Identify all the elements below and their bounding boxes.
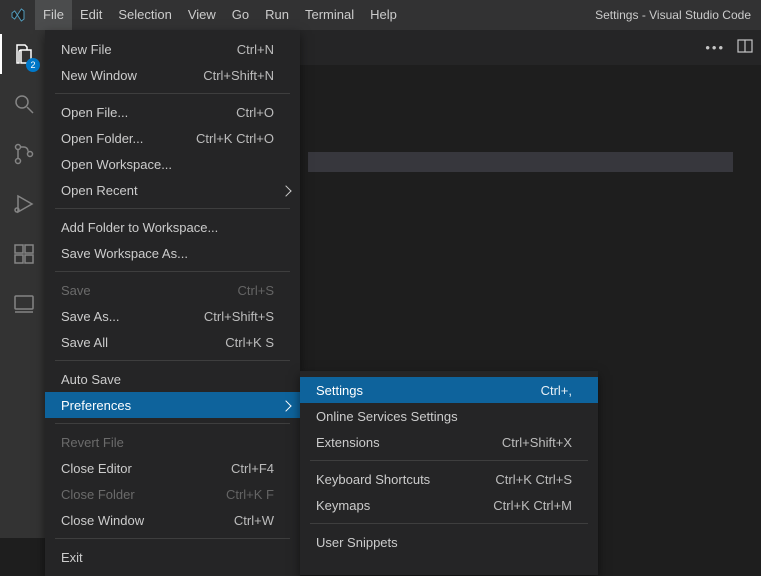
menu-help[interactable]: Help <box>362 0 405 30</box>
menu-save-workspace-as[interactable]: Save Workspace As... <box>45 240 300 266</box>
menu-auto-save[interactable]: Auto Save <box>45 366 300 392</box>
preferences-submenu: SettingsCtrl+, Online Services Settings … <box>300 371 598 575</box>
activity-bar: 2 <box>0 30 48 538</box>
menu-add-folder-workspace[interactable]: Add Folder to Workspace... <box>45 214 300 240</box>
menu-exit[interactable]: Exit <box>45 544 300 570</box>
menu-save[interactable]: SaveCtrl+S <box>45 277 300 303</box>
menu-open-recent[interactable]: Open Recent <box>45 177 300 203</box>
menu-separator <box>55 93 290 94</box>
editor-selection-bar <box>308 152 733 172</box>
menu-keymaps[interactable]: KeymapsCtrl+K Ctrl+M <box>300 492 598 518</box>
menu-save-as[interactable]: Save As...Ctrl+Shift+S <box>45 303 300 329</box>
window-title: Settings - Visual Studio Code <box>595 8 761 22</box>
menu-revert-file[interactable]: Revert File <box>45 429 300 455</box>
remote-icon[interactable] <box>0 288 48 320</box>
chevron-right-icon <box>282 183 290 198</box>
menu-keyboard-shortcuts[interactable]: Keyboard ShortcutsCtrl+K Ctrl+S <box>300 466 598 492</box>
menu-open-workspace[interactable]: Open Workspace... <box>45 151 300 177</box>
menu-view[interactable]: View <box>180 0 224 30</box>
more-actions-icon[interactable]: ••• <box>705 40 725 55</box>
menu-preferences[interactable]: Preferences <box>45 392 300 418</box>
menu-run[interactable]: Run <box>257 0 297 30</box>
menu-selection[interactable]: Selection <box>110 0 179 30</box>
chevron-right-icon <box>282 398 290 413</box>
menu-separator <box>55 423 290 424</box>
run-debug-icon[interactable] <box>0 188 48 220</box>
explorer-badge: 2 <box>26 58 40 72</box>
menu-terminal[interactable]: Terminal <box>297 0 362 30</box>
menu-separator <box>55 271 290 272</box>
source-control-icon[interactable] <box>0 138 48 170</box>
menu-save-all[interactable]: Save AllCtrl+K S <box>45 329 300 355</box>
menu-extensions[interactable]: ExtensionsCtrl+Shift+X <box>300 429 598 455</box>
menu-separator <box>55 360 290 361</box>
menu-new-window[interactable]: New WindowCtrl+Shift+N <box>45 62 300 88</box>
menu-close-editor[interactable]: Close EditorCtrl+F4 <box>45 455 300 481</box>
menu-close-window[interactable]: Close WindowCtrl+W <box>45 507 300 533</box>
menubar: File Edit Selection View Go Run Terminal… <box>35 0 405 30</box>
menu-settings[interactable]: SettingsCtrl+, <box>300 377 598 403</box>
menu-go[interactable]: Go <box>224 0 257 30</box>
search-icon[interactable] <box>0 88 48 120</box>
split-editor-icon[interactable] <box>737 38 753 57</box>
menu-separator <box>55 208 290 209</box>
menu-separator <box>55 538 290 539</box>
menu-close-folder[interactable]: Close FolderCtrl+K F <box>45 481 300 507</box>
menu-separator <box>310 523 588 524</box>
menu-open-folder[interactable]: Open Folder...Ctrl+K Ctrl+O <box>45 125 300 151</box>
menu-open-file[interactable]: Open File...Ctrl+O <box>45 99 300 125</box>
menu-online-services[interactable]: Online Services Settings <box>300 403 598 429</box>
menu-new-file[interactable]: New FileCtrl+N <box>45 36 300 62</box>
menu-separator <box>310 460 588 461</box>
menu-file[interactable]: File <box>35 0 72 30</box>
file-menu-dropdown: New FileCtrl+N New WindowCtrl+Shift+N Op… <box>45 30 300 576</box>
titlebar: File Edit Selection View Go Run Terminal… <box>0 0 761 30</box>
vscode-logo-icon <box>0 0 35 30</box>
menu-edit[interactable]: Edit <box>72 0 110 30</box>
explorer-icon[interactable]: 2 <box>0 38 48 70</box>
extensions-icon[interactable] <box>0 238 48 270</box>
menu-user-snippets[interactable]: User Snippets <box>300 529 598 555</box>
